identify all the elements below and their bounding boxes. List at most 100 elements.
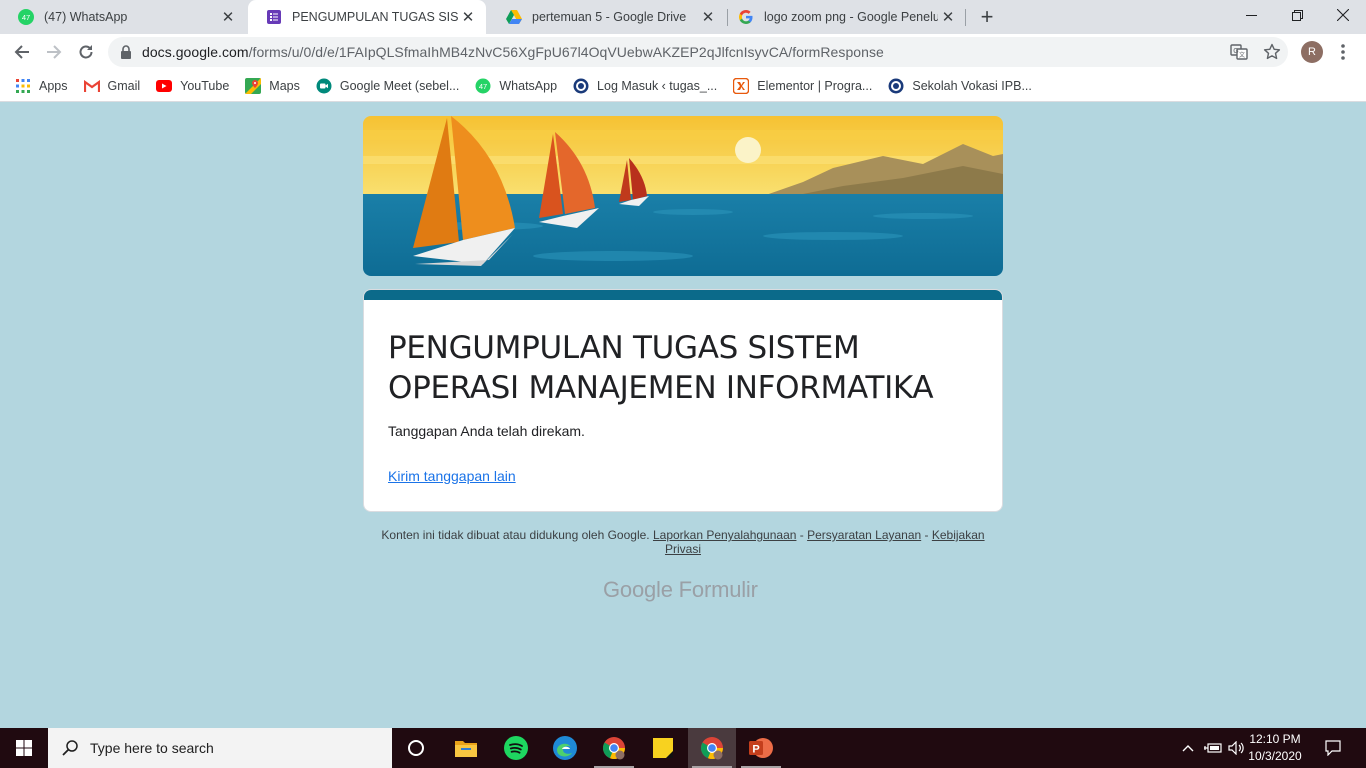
disclaimer-text: Konten ini tidak dibuat atau didukung ol… — [381, 528, 650, 542]
forward-button[interactable] — [40, 38, 68, 66]
bookmark-whatsapp[interactable]: 47 WhatsApp — [475, 78, 557, 94]
address-bar[interactable]: docs.google.com/forms/u/0/d/e/1FAIpQLSfm… — [108, 37, 1288, 67]
windows-taskbar: Type here to search P 12:10 PM 10/3/2020 — [0, 728, 1366, 768]
clock-date: 10/3/2020 — [1248, 749, 1302, 763]
ipb-logo-icon — [888, 78, 904, 94]
taskbar-search-box[interactable]: Type here to search — [48, 728, 392, 768]
svg-text:文: 文 — [1239, 51, 1245, 59]
bookmark-youtube[interactable]: YouTube — [156, 78, 229, 94]
tab-title: (47) WhatsApp — [44, 10, 128, 24]
minimize-button[interactable] — [1228, 0, 1274, 30]
google-meet-icon — [316, 78, 332, 94]
bookmark-label: Elementor | Progra... — [757, 78, 873, 93]
google-forms-logo[interactable]: Google Formulir — [603, 577, 758, 603]
tab-title: logo zoom png - Google Penelus — [764, 10, 938, 24]
form-response-card: PENGUMPULAN TUGAS SISTEM OPERASI MANAJEM… — [363, 289, 1003, 512]
close-icon[interactable]: ✕ — [218, 7, 238, 27]
bookmarks-bar: Apps Gmail YouTube Maps Google Meet (seb… — [0, 70, 1366, 102]
taskbar-file-explorer[interactable] — [442, 728, 490, 768]
tab-google-forms[interactable]: PENGUMPULAN TUGAS SISTEM ✕ — [248, 0, 486, 34]
profile-avatar[interactable]: R — [1301, 41, 1323, 63]
chevron-up-icon — [1182, 745, 1194, 752]
terms-link[interactable]: Persyaratan Layanan — [807, 528, 921, 542]
bookmark-label: Log Masuk ‹ tugas_... — [597, 78, 718, 93]
bookmark-sekolah-vokasi[interactable]: Sekolah Vokasi IPB... — [888, 78, 1032, 94]
forms-wordmark: Formulir — [678, 577, 758, 602]
taskbar-edge[interactable] — [541, 728, 589, 768]
sailboats-illustration — [363, 116, 1003, 276]
close-icon[interactable]: ✕ — [938, 7, 958, 27]
battery-plug-icon — [1204, 743, 1222, 753]
bookmark-label: Google Meet (sebel... — [339, 78, 460, 93]
chrome-icon — [700, 737, 724, 760]
svg-text:P: P — [752, 744, 759, 756]
bookmark-label: YouTube — [180, 78, 230, 93]
bookmark-label: Sekolah Vokasi IPB... — [912, 78, 1032, 93]
back-button[interactable] — [8, 38, 36, 66]
footer-separator: - — [796, 528, 808, 542]
whatsapp-icon: 47 — [475, 78, 491, 94]
close-window-button[interactable] — [1320, 0, 1366, 30]
start-button[interactable] — [0, 728, 48, 768]
report-abuse-link[interactable]: Laporkan Penyalahgunaan — [653, 528, 796, 542]
minimize-icon — [1245, 14, 1257, 16]
bookmark-log-masuk[interactable]: Log Masuk ‹ tugas_... — [573, 78, 717, 94]
taskbar-chrome-active[interactable] — [688, 728, 736, 768]
taskbar-cortana[interactable] — [392, 728, 440, 768]
browser-toolbar: docs.google.com/forms/u/0/d/e/1FAIpQLSfm… — [0, 34, 1366, 70]
action-center-button[interactable] — [1318, 728, 1348, 768]
bookmark-apps[interactable]: Apps — [15, 78, 68, 94]
bookmark-label: WhatsApp — [499, 78, 558, 93]
system-clock[interactable]: 12:10 PM 10/3/2020 — [1244, 731, 1306, 765]
show-hidden-icons-button[interactable] — [1178, 728, 1198, 768]
bookmark-maps[interactable]: Maps — [245, 77, 300, 94]
lock-icon — [121, 45, 131, 59]
bookmark-google-meet[interactable]: Google Meet (sebel... — [316, 78, 460, 94]
restore-button[interactable] — [1274, 0, 1320, 30]
whatsapp-icon: 47 — [18, 9, 34, 25]
tab-separator — [965, 9, 966, 26]
more-menu-icon[interactable] — [1337, 42, 1349, 62]
bookmark-gmail[interactable]: Gmail — [83, 78, 141, 94]
powerpoint-icon: P — [749, 738, 773, 758]
confirmation-message: Tanggapan Anda telah direkam. — [388, 423, 585, 439]
taskbar-chrome[interactable] — [590, 728, 638, 768]
cortana-icon — [408, 740, 424, 756]
tab-badge: 47 — [22, 13, 30, 22]
file-explorer-icon — [455, 741, 477, 757]
url-host: docs.google.com — [142, 44, 249, 60]
apps-grid-icon — [15, 78, 31, 94]
close-icon[interactable]: ✕ — [698, 7, 718, 27]
google-wordmark: Google — [603, 577, 673, 602]
bookmark-elementor[interactable]: Elementor | Progra... — [733, 77, 873, 94]
bookmark-star-icon[interactable] — [1263, 43, 1281, 61]
form-accent-bar — [364, 290, 1002, 300]
ipb-logo-icon — [573, 78, 589, 94]
power-status[interactable] — [1202, 728, 1224, 768]
arrow-left-icon — [14, 45, 29, 59]
close-icon — [1337, 9, 1349, 21]
elementor-icon — [733, 77, 750, 94]
bookmark-label: Gmail — [107, 78, 141, 93]
submit-another-response-link[interactable]: Kirim tanggapan lain — [388, 468, 516, 484]
google-icon — [738, 9, 754, 25]
taskbar-powerpoint[interactable]: P — [737, 728, 785, 768]
form-header-image — [363, 116, 1003, 276]
edge-icon — [553, 736, 577, 760]
tab-google-drive[interactable]: pertemuan 5 - Google Drive ✕ — [488, 0, 726, 34]
tab-whatsapp[interactable]: 47 (47) WhatsApp ✕ — [0, 0, 246, 34]
close-icon[interactable]: ✕ — [458, 7, 478, 27]
taskbar-sticky-notes[interactable] — [639, 728, 687, 768]
tab-google-search[interactable]: logo zoom png - Google Penelus ✕ — [728, 0, 966, 34]
reload-icon — [79, 45, 93, 59]
google-drive-icon — [506, 9, 522, 25]
translate-icon[interactable]: G文 — [1230, 43, 1248, 61]
new-tab-button[interactable]: + — [975, 4, 999, 29]
reload-button[interactable] — [72, 38, 100, 66]
url-path: /forms/u/0/d/e/1FAIpQLSfmaIhMB4zNvC56XgF… — [248, 44, 884, 60]
tab-title: pertemuan 5 - Google Drive — [532, 10, 687, 24]
windows-logo-icon — [16, 740, 32, 756]
footer-separator: - — [921, 528, 932, 542]
taskbar-spotify[interactable] — [492, 728, 540, 768]
restore-icon — [1291, 9, 1303, 21]
